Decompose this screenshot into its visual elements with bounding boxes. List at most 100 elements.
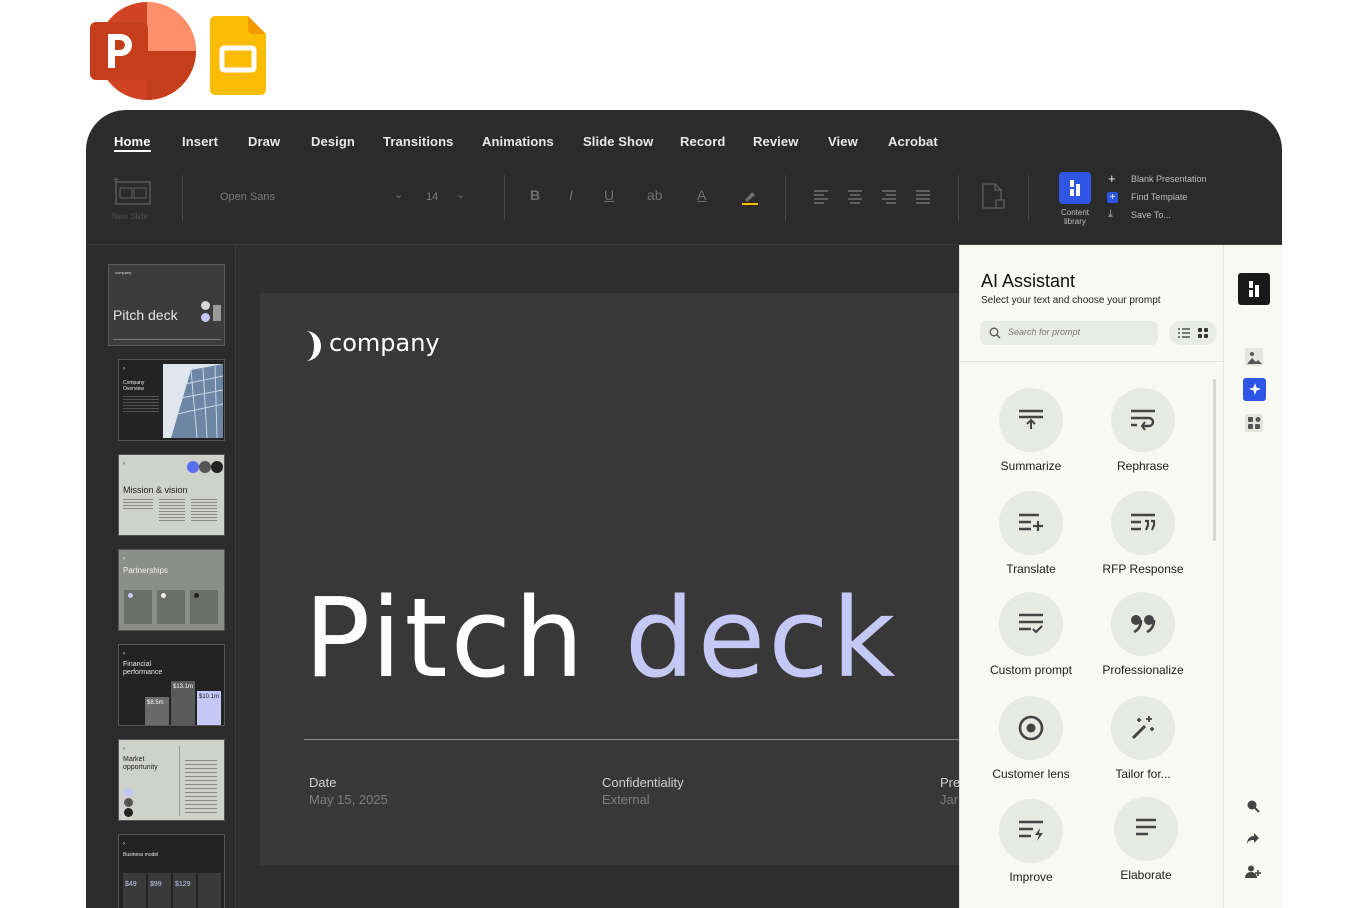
thumbnail-slide-3[interactable]: › Mission & vision xyxy=(118,454,225,536)
prompt-customer-lens[interactable]: Customer lens xyxy=(976,696,1086,781)
prompt-summarize[interactable]: Summarize xyxy=(976,388,1086,473)
font-size-chevron-down-icon[interactable]: ⌄ xyxy=(456,188,465,201)
custom-prompt-icon xyxy=(1019,613,1043,634)
slide-title-word1: Pitch xyxy=(304,574,587,702)
ai-sparkle-icon[interactable] xyxy=(1243,378,1266,401)
highlighter-icon[interactable] xyxy=(741,188,759,206)
tab-view[interactable]: View xyxy=(828,134,858,149)
share-arrow-icon[interactable] xyxy=(1246,831,1260,845)
prompt-summarize-label: Summarize xyxy=(1000,459,1062,473)
save-to-download-icon: ⤓ xyxy=(1108,208,1113,220)
blank-presentation-link[interactable]: Blank Presentation xyxy=(1131,174,1207,184)
ribbon-tabs: Home Insert Draw Design Transitions Anim… xyxy=(86,110,1282,172)
powerpoint-window: Home Insert Draw Design Transitions Anim… xyxy=(86,110,1282,908)
prompt-rfp-response[interactable]: RFP Response xyxy=(1088,491,1198,576)
content-library-button[interactable]: Content library xyxy=(1052,172,1098,232)
summarize-icon xyxy=(1019,409,1043,429)
tab-design[interactable]: Design xyxy=(311,134,355,149)
thumb7-value-2: $99 xyxy=(150,881,162,888)
prompt-professionalize[interactable]: Professionalize xyxy=(1088,592,1198,677)
rfp-response-icon xyxy=(1131,513,1156,531)
prompt-custom[interactable]: Custom prompt xyxy=(976,592,1086,677)
thumb4-title: Partnerships xyxy=(123,566,168,575)
tab-acrobat[interactable]: Acrobat xyxy=(888,134,938,149)
bold-button[interactable]: B xyxy=(530,187,540,203)
view-toggle[interactable] xyxy=(1169,321,1217,345)
prompt-rephrase[interactable]: Rephrase xyxy=(1088,388,1198,473)
find-template-plus-icon: + xyxy=(1107,192,1118,203)
content-library-label: Content library xyxy=(1060,208,1090,226)
translate-icon xyxy=(1019,513,1043,531)
align-right-icon[interactable] xyxy=(881,190,897,204)
prompt-translate[interactable]: Translate xyxy=(976,491,1086,576)
new-slide-button[interactable]: New Slide xyxy=(112,176,156,222)
prompt-improve[interactable]: Improve xyxy=(976,799,1086,884)
tab-record[interactable]: Record xyxy=(680,134,725,149)
ai-assistant-subtitle: Select your text and choose your prompt xyxy=(981,295,1161,306)
slide-meta-date-value: May 15, 2025 xyxy=(309,792,388,807)
slide-meta-confidentiality-value: External xyxy=(602,792,650,807)
italic-button[interactable]: I xyxy=(569,187,573,203)
image-icon[interactable] xyxy=(1244,347,1264,367)
thumbnail-slide-6[interactable]: › Market opportunity xyxy=(118,739,225,821)
tab-home[interactable]: Home xyxy=(114,134,151,149)
ai-assistant-panel: AI Assistant Select your text and choose… xyxy=(959,245,1224,908)
prompt-tailor-for[interactable]: Tailor for... xyxy=(1088,696,1198,781)
building-photo-icon xyxy=(163,364,223,438)
underline-button[interactable]: U xyxy=(604,187,614,203)
thumb7-title: Business model xyxy=(123,852,159,858)
align-center-icon[interactable] xyxy=(847,190,863,204)
blank-presentation-plus-icon: + xyxy=(1108,171,1116,186)
thumbnail-slide-4[interactable]: › Partnerships xyxy=(118,549,225,631)
add-user-icon[interactable] xyxy=(1245,864,1261,880)
prompt-elaborate[interactable]: Elaborate xyxy=(1091,797,1201,882)
prompt-search-input[interactable]: Search for prompt xyxy=(980,321,1158,345)
google-slides-logo-icon xyxy=(210,16,266,95)
add-in-logo-icon[interactable] xyxy=(1238,273,1270,305)
tab-slide-show[interactable]: Slide Show xyxy=(583,134,653,149)
thumbnail-slide-5[interactable]: › Financial performance $8.5m $13.1m $10… xyxy=(118,644,225,726)
font-color-button[interactable]: A xyxy=(697,187,706,203)
grid-view-icon[interactable] xyxy=(1198,328,1208,338)
thumbnail-slide-1[interactable]: company Pitch deck xyxy=(108,264,225,346)
justify-icon[interactable] xyxy=(915,190,931,204)
prompt-rfp-response-label: RFP Response xyxy=(1102,562,1184,576)
thumbnail-slide-2[interactable]: › Company Overview xyxy=(118,359,225,441)
prompt-translate-label: Translate xyxy=(1006,562,1056,576)
list-view-icon[interactable] xyxy=(1178,328,1190,338)
ribbon-toolbar: New Slide Open Sans ⌄ 14 ⌄ B I U ab A Co… xyxy=(86,172,1282,244)
font-size-select[interactable]: 14 xyxy=(426,191,438,203)
prompt-custom-label: Custom prompt xyxy=(989,663,1073,677)
tab-animations[interactable]: Animations xyxy=(482,134,554,149)
new-slide-label: New Slide xyxy=(112,212,149,221)
save-to-link[interactable]: Save To... xyxy=(1131,210,1171,220)
thumb5-value-2: $13.1m xyxy=(173,684,194,690)
slide-meta-date-label: Date xyxy=(309,775,337,790)
panel-scrollbar[interactable] xyxy=(1213,379,1216,541)
zoom-search-icon[interactable] xyxy=(1246,799,1260,813)
elaborate-icon xyxy=(1136,818,1156,836)
strikethrough-button[interactable]: ab xyxy=(647,187,663,203)
font-name-chevron-down-icon[interactable]: ⌄ xyxy=(394,188,403,201)
prompt-search-placeholder: Search for prompt xyxy=(1008,327,1081,337)
tab-insert[interactable]: Insert xyxy=(182,134,218,149)
slide-canvas[interactable]: company Pitch deck Date May 15, 2025 Con… xyxy=(237,245,960,908)
slide-title: Pitch deck xyxy=(304,573,898,703)
find-template-link[interactable]: Find Template xyxy=(1131,192,1187,202)
tab-draw[interactable]: Draw xyxy=(248,134,280,149)
current-slide[interactable]: company Pitch deck Date May 15, 2025 Con… xyxy=(260,293,960,865)
font-name-select[interactable]: Open Sans xyxy=(220,191,275,203)
apps-icon[interactable] xyxy=(1244,413,1264,433)
tab-transitions[interactable]: Transitions xyxy=(383,134,453,149)
slide-thumbnails-pane[interactable]: company Pitch deck › Company Overview › … xyxy=(86,245,236,908)
thumb1-brand: company xyxy=(115,270,132,275)
export-document-icon[interactable] xyxy=(980,182,1006,212)
thumb7-value-1: $49 xyxy=(125,881,137,888)
thumb5-value-3: $10.1m xyxy=(199,694,220,700)
thumbnail-slide-7[interactable]: › Business model $49 $99 $129 xyxy=(118,834,225,908)
search-icon xyxy=(989,327,1001,339)
prompt-elaborate-label: Elaborate xyxy=(1120,868,1172,882)
tab-review[interactable]: Review xyxy=(753,134,798,149)
align-left-icon[interactable] xyxy=(813,190,829,204)
thumb7-value-3: $129 xyxy=(175,881,191,888)
